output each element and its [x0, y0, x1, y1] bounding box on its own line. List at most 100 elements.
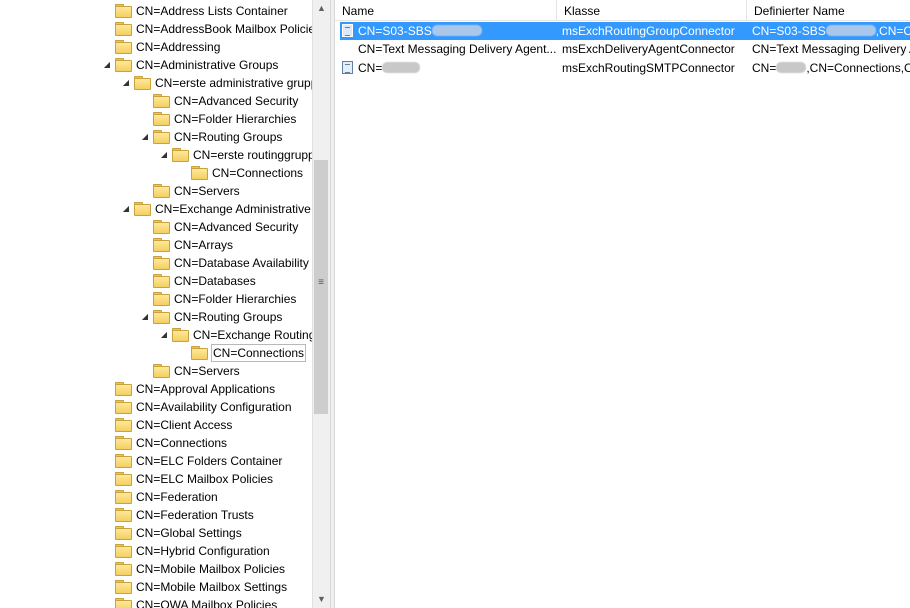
row-name-cell: CN=: [358, 59, 558, 77]
scroll-down-arrow-icon[interactable]: ▼: [313, 591, 330, 608]
column-header-definierter-name[interactable]: Definierter Name: [747, 0, 910, 20]
tree-item[interactable]: CN=Connections: [0, 344, 312, 362]
tree-item[interactable]: CN=Connections: [0, 164, 312, 182]
tree-item[interactable]: CN=Federation: [0, 488, 312, 506]
folder-icon: [115, 490, 132, 504]
redacted-block: [431, 25, 482, 36]
redacted-block: [825, 25, 876, 36]
list-row[interactable]: CN=S03-SBS msExchRoutingGroupConnector C…: [340, 22, 910, 40]
tree-item-label: CN=Addressing: [136, 40, 221, 54]
tree-item[interactable]: ◢ CN=erste routinggruppe: [0, 146, 312, 164]
folder-icon: [153, 238, 170, 252]
tree-item-label: CN=Mobile Mailbox Policies: [136, 562, 286, 576]
tree-item[interactable]: CN=Advanced Security: [0, 92, 312, 110]
tree-item-label: CN=Databases: [174, 274, 256, 288]
row-name-text: CN=: [358, 61, 383, 75]
expand-arrow-icon[interactable]: ◢: [140, 308, 150, 326]
folder-icon: [115, 436, 132, 450]
folder-icon: [115, 58, 132, 72]
tree-item[interactable]: ◢ CN=Exchange Routing Group: [0, 326, 312, 344]
tree-item[interactable]: CN=Approval Applications: [0, 380, 312, 398]
tree-item[interactable]: CN=Mobile Mailbox Settings: [0, 578, 312, 596]
tree-item[interactable]: CN=Client Access: [0, 416, 312, 434]
connector-object-icon: [342, 61, 353, 74]
tree-item[interactable]: CN=OWA Mailbox Policies: [0, 596, 312, 608]
tree-scroll-thumb[interactable]: ≡: [314, 160, 328, 414]
tree-item-label: CN=Availability Configuration: [136, 400, 292, 414]
folder-icon: [134, 76, 151, 90]
tree-item-label: CN=Mobile Mailbox Settings: [136, 580, 288, 594]
row-dn-suffix: ,CN=Connections,CN=Exchange Routing Grou…: [875, 24, 910, 38]
tree-item-label: CN=erste administrative gruppe: [155, 76, 312, 90]
tree-item[interactable]: CN=Address Lists Container: [0, 2, 312, 20]
row-dn-prefix: CN=S03-SBS: [752, 24, 826, 38]
tree-item[interactable]: CN=Mobile Mailbox Policies: [0, 560, 312, 578]
tree-item[interactable]: CN=Databases: [0, 272, 312, 290]
tree-item[interactable]: ◢ CN=Routing Groups: [0, 308, 312, 326]
folder-icon: [115, 382, 132, 396]
tree-item[interactable]: CN=Hybrid Configuration: [0, 542, 312, 560]
expand-arrow-icon[interactable]: ◢: [121, 200, 131, 218]
folder-icon: [153, 94, 170, 108]
folder-icon: [115, 454, 132, 468]
expand-arrow-icon[interactable]: ◢: [159, 326, 169, 344]
tree-item-label: CN=Exchange Routing Group: [193, 328, 312, 342]
tree-item[interactable]: ◢ CN=Routing Groups: [0, 128, 312, 146]
tree-item-label: CN=Approval Applications: [136, 382, 276, 396]
row-klasse-cell: msExchRoutingSMTPConnector: [562, 61, 735, 75]
tree-item[interactable]: CN=Federation Trusts: [0, 506, 312, 524]
tree-item[interactable]: CN=AddressBook Mailbox Policies: [0, 20, 312, 38]
folder-icon: [153, 292, 170, 306]
row-name-cell: CN=S03-SBS: [358, 22, 558, 40]
folder-icon: [153, 364, 170, 378]
list-row[interactable]: CN= msExchRoutingSMTPConnector CN= ,CN=Co…: [340, 59, 910, 77]
tree-item[interactable]: CN=ELC Mailbox Policies: [0, 470, 312, 488]
tree-item-label: CN=Connections: [211, 344, 307, 362]
tree-scrollbar[interactable]: ▲ ≡ ▼: [312, 0, 330, 608]
tree-item[interactable]: ◢ CN=Administrative Groups: [0, 56, 312, 74]
expand-arrow-icon[interactable]: ◢: [121, 74, 131, 92]
row-klasse-cell: msExchDeliveryAgentConnector: [562, 42, 735, 56]
tree-item[interactable]: CN=Folder Hierarchies: [0, 290, 312, 308]
scroll-up-arrow-icon[interactable]: ▲: [313, 0, 330, 17]
tree-item-label: CN=Advanced Security: [174, 220, 299, 234]
tree-item[interactable]: CN=Servers: [0, 362, 312, 380]
folder-icon: [153, 310, 170, 324]
folder-icon: [153, 220, 170, 234]
folder-icon: [115, 418, 132, 432]
tree-item-label: CN=Global Settings: [136, 526, 242, 540]
list-pane: Name Klasse Definierter Name CN=S03-SBS …: [335, 0, 910, 608]
tree-item-label: CN=erste routinggruppe: [193, 148, 312, 162]
tree-item[interactable]: CN=Arrays: [0, 236, 312, 254]
folder-icon: [115, 472, 132, 486]
connector-object-icon: [342, 24, 353, 37]
tree-item[interactable]: CN=ELC Folders Container: [0, 452, 312, 470]
tree-item[interactable]: CN=Database Availability Groups: [0, 254, 312, 272]
tree-item[interactable]: CN=Addressing: [0, 38, 312, 56]
tree-item[interactable]: CN=Connections: [0, 434, 312, 452]
tree-item[interactable]: CN=Folder Hierarchies: [0, 110, 312, 128]
folder-icon: [115, 508, 132, 522]
row-dn-cell: CN= ,CN=Connections,CN=Exchange Routing G…: [752, 59, 910, 77]
tree-item-label: CN=Hybrid Configuration: [136, 544, 270, 558]
tree-item[interactable]: CN=Global Settings: [0, 524, 312, 542]
tree-item-label: CN=Client Access: [136, 418, 233, 432]
tree-item-label: CN=Folder Hierarchies: [174, 112, 297, 126]
tree-item-label: CN=OWA Mailbox Policies: [136, 598, 278, 608]
list-row[interactable]: CN=Text Messaging Delivery Agent... msEx…: [340, 40, 910, 58]
expand-arrow-icon[interactable]: ◢: [159, 146, 169, 164]
column-header-name[interactable]: Name: [335, 0, 557, 20]
tree-item-label: CN=AddressBook Mailbox Policies: [136, 22, 312, 36]
tree-item-label: CN=Federation Trusts: [136, 508, 254, 522]
column-header-klasse[interactable]: Klasse: [557, 0, 747, 20]
tree-item[interactable]: CN=Availability Configuration: [0, 398, 312, 416]
expand-arrow-icon[interactable]: ◢: [102, 56, 112, 74]
tree-item[interactable]: ◢ CN=erste administrative gruppe: [0, 74, 312, 92]
redacted-block: [776, 62, 807, 73]
tree-item[interactable]: CN=Servers: [0, 182, 312, 200]
tree-item[interactable]: ◢ CN=Exchange Administrative Group: [0, 200, 312, 218]
folder-icon: [153, 112, 170, 126]
expand-arrow-icon[interactable]: ◢: [140, 128, 150, 146]
tree-item[interactable]: CN=Advanced Security: [0, 218, 312, 236]
folder-icon: [172, 328, 189, 342]
